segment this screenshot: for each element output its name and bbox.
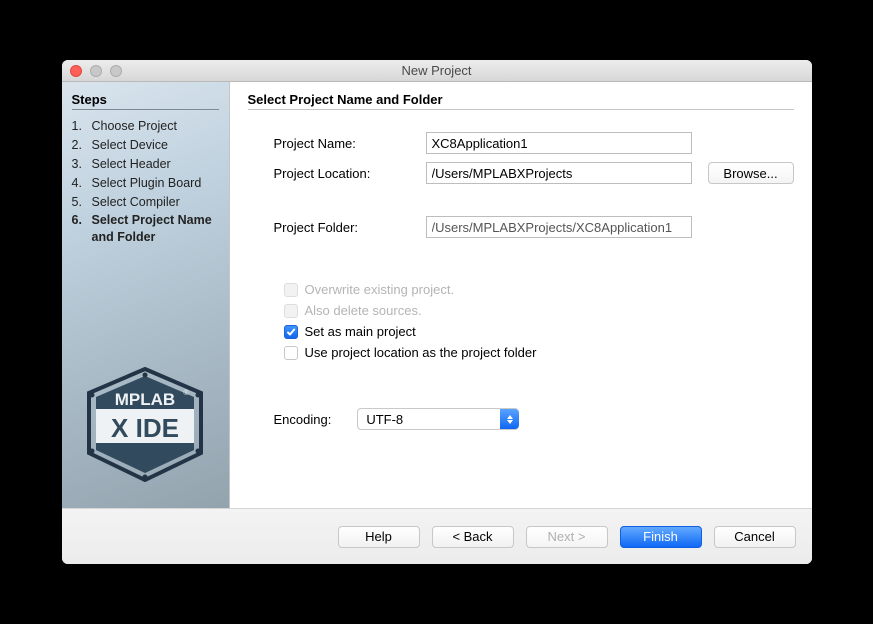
project-name-input[interactable] (426, 132, 692, 154)
options-group: Overwrite existing project. Also delete … (248, 282, 794, 360)
step-item: 3.Select Header (72, 156, 219, 173)
next-button: Next > (526, 526, 608, 548)
use-location-option[interactable]: Use project location as the project fold… (284, 345, 794, 360)
wizard-footer: Help < Back Next > Finish Cancel (62, 508, 812, 564)
svg-text:®: ® (183, 389, 189, 397)
wizard-content: Select Project Name and Folder Project N… (230, 82, 812, 508)
svg-text:MPLAB: MPLAB (115, 390, 175, 409)
project-location-label: Project Location: (274, 166, 416, 181)
encoding-value: UTF-8 (366, 412, 403, 427)
updown-icon[interactable] (500, 409, 519, 429)
set-main-option[interactable]: Set as main project (284, 324, 794, 339)
checkbox-icon[interactable] (284, 346, 298, 360)
window-controls (62, 65, 122, 77)
use-location-label: Use project location as the project fold… (305, 345, 537, 360)
new-project-dialog: New Project Steps 1.Choose Project 2.Sel… (62, 60, 812, 564)
project-location-input[interactable] (426, 162, 692, 184)
browse-button[interactable]: Browse... (708, 162, 794, 184)
mplab-logo-icon: MPLAB ® X IDE (85, 367, 205, 482)
delete-sources-option: Also delete sources. (284, 303, 794, 318)
svg-text:X IDE: X IDE (111, 413, 179, 443)
delete-sources-label: Also delete sources. (305, 303, 422, 318)
checkbox-checked-icon[interactable] (284, 325, 298, 339)
project-folder-input (426, 216, 692, 238)
checkbox-icon (284, 304, 298, 318)
step-item: 5.Select Compiler (72, 194, 219, 211)
zoom-icon (110, 65, 122, 77)
minimize-icon (90, 65, 102, 77)
section-title: Select Project Name and Folder (248, 92, 794, 107)
mplab-logo: MPLAB ® X IDE (62, 367, 229, 508)
steps-divider (72, 109, 219, 110)
window-title: New Project (62, 63, 812, 78)
steps-list: 1.Choose Project 2.Select Device 3.Selec… (72, 118, 219, 246)
finish-button[interactable]: Finish (620, 526, 702, 548)
back-button[interactable]: < Back (432, 526, 514, 548)
encoding-label: Encoding: (274, 412, 332, 427)
steps-sidebar: Steps 1.Choose Project 2.Select Device 3… (62, 82, 230, 508)
step-item: 2.Select Device (72, 137, 219, 154)
overwrite-option: Overwrite existing project. (284, 282, 794, 297)
project-name-label: Project Name: (274, 136, 416, 151)
step-item: 4.Select Plugin Board (72, 175, 219, 192)
titlebar: New Project (62, 60, 812, 82)
close-icon[interactable] (70, 65, 82, 77)
overwrite-label: Overwrite existing project. (305, 282, 455, 297)
project-folder-label: Project Folder: (274, 220, 416, 235)
cancel-button[interactable]: Cancel (714, 526, 796, 548)
steps-heading: Steps (72, 92, 219, 107)
encoding-row: Encoding: UTF-8 (248, 408, 794, 430)
step-item: 1.Choose Project (72, 118, 219, 135)
checkbox-icon (284, 283, 298, 297)
encoding-select[interactable]: UTF-8 (357, 408, 519, 430)
section-divider (248, 109, 794, 110)
form-grid: Project Name: Project Location: Browse..… (248, 132, 794, 238)
set-main-label: Set as main project (305, 324, 416, 339)
help-button[interactable]: Help (338, 526, 420, 548)
step-item-current: 6.Select Project Name and Folder (72, 212, 219, 246)
